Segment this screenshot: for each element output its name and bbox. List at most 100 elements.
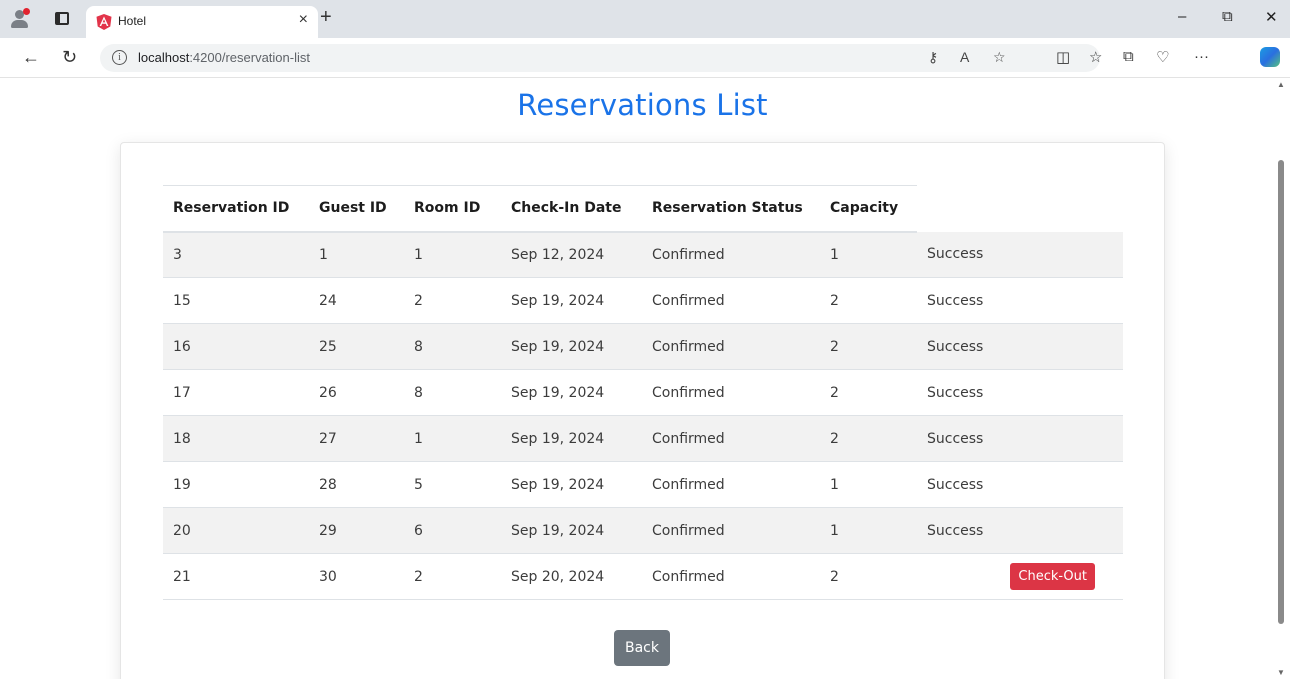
table-row: 3 1 1 Sep 12, 2024 Confirmed 1 Success [163,231,1123,278]
page-title: Reservations List [517,88,768,122]
browser-tab-hotel[interactable]: Hotel × [86,6,318,38]
cell-capacity: 2 [820,415,917,462]
cell-guest-id: 26 [309,369,404,416]
cell-room-id: 5 [404,461,501,508]
reload-icon[interactable]: ↻ [62,47,77,68]
back-button[interactable]: Back [614,630,670,666]
tab-title: Hotel [118,14,147,28]
site-info-icon[interactable]: i [112,50,127,65]
cell-capacity: 1 [820,507,917,554]
cell-status: Confirmed [642,461,820,508]
header-reservation-id: Reservation ID [163,185,309,233]
cell-check-in: Sep 12, 2024 [501,231,642,278]
cell-status: Confirmed [642,231,820,278]
cell-reservation-id: 20 [163,507,309,554]
page-viewport: Reservations List Reservation ID Guest I… [10,78,1275,679]
cell-reservation-id: 3 [163,231,309,278]
cell-action-status: Success [917,507,1123,554]
cell-action-status: Success [917,231,1123,278]
browser-tab-bar: Hotel × + – ⧉ ✕ [0,0,1290,38]
table-row: 20 29 6 Sep 19, 2024 Confirmed 1 Success [163,507,1123,554]
cell-reservation-id: 19 [163,461,309,508]
cell-room-id: 6 [404,507,501,554]
cell-room-id: 8 [404,323,501,370]
browser-essentials-icon[interactable]: ♡ [1156,48,1169,66]
table-row: 21 30 2 Sep 20, 2024 Confirmed 2 Check-O… [163,553,1123,600]
cell-room-id: 1 [404,415,501,462]
header-room-id: Room ID [404,185,501,233]
cell-status: Confirmed [642,277,820,324]
header-check-in-date: Check-In Date [501,185,642,233]
cell-reservation-id: 17 [163,369,309,416]
cell-room-id: 2 [404,553,501,600]
read-aloud-icon[interactable]: A [960,49,969,65]
cell-guest-id: 28 [309,461,404,508]
cell-reservation-id: 16 [163,323,309,370]
header-guest-id: Guest ID [309,185,404,233]
tab-actions-icon[interactable] [55,12,69,25]
cell-guest-id: 29 [309,507,404,554]
new-tab-button[interactable]: + [320,6,332,29]
profile-icon[interactable] [10,8,30,29]
password-key-icon[interactable]: ⚷ [928,49,938,66]
cell-action-status: Success [917,323,1123,370]
table-header-row: Reservation ID Guest ID Room ID Check-In… [163,185,1123,233]
back-arrow-icon[interactable]: ← [22,47,40,68]
table-row: 15 24 2 Sep 19, 2024 Confirmed 2 Success [163,277,1123,324]
split-screen-icon[interactable]: ◫ [1056,48,1070,66]
reservations-table: Reservation ID Guest ID Room ID Check-In… [163,185,1123,600]
cell-status: Confirmed [642,323,820,370]
cell-action-status: Success [917,277,1123,324]
reservations-card: Reservation ID Guest ID Room ID Check-In… [120,142,1165,679]
url-text: localhost:4200/reservation-list [138,50,310,65]
copilot-icon[interactable] [1260,47,1280,67]
cell-status: Confirmed [642,553,820,600]
scroll-up-icon[interactable]: ▲ [1277,80,1285,89]
cell-room-id: 8 [404,369,501,416]
cell-reservation-id: 18 [163,415,309,462]
cell-status: Confirmed [642,507,820,554]
cell-action-status: Success [917,415,1123,462]
header-capacity: Capacity [820,185,917,233]
angular-icon [96,14,112,30]
cell-capacity: 2 [820,553,917,600]
more-options-icon[interactable]: ··· [1194,48,1209,65]
tab-close-icon[interactable]: × [299,11,308,29]
table-row: 19 28 5 Sep 19, 2024 Confirmed 1 Success [163,461,1123,508]
cell-reservation-id: 15 [163,277,309,324]
cell-check-in: Sep 19, 2024 [501,461,642,508]
restore-icon[interactable]: ⧉ [1222,8,1233,25]
cell-room-id: 1 [404,231,501,278]
cell-guest-id: 27 [309,415,404,462]
cell-check-in: Sep 19, 2024 [501,323,642,370]
scroll-down-icon[interactable]: ▼ [1277,668,1285,677]
cell-action-status: Success [917,369,1123,416]
table-row: 18 27 1 Sep 19, 2024 Confirmed 2 Success [163,415,1123,462]
cell-room-id: 2 [404,277,501,324]
cell-check-in: Sep 19, 2024 [501,277,642,324]
minimize-icon[interactable]: – [1178,8,1186,25]
scrollbar-thumb[interactable] [1278,160,1284,624]
check-out-button[interactable]: Check-Out [1010,563,1095,590]
cell-check-in: Sep 20, 2024 [501,553,642,600]
address-bar[interactable]: i localhost:4200/reservation-list ⚷ A ☆ [100,44,1100,72]
cell-capacity: 2 [820,323,917,370]
cell-status: Confirmed [642,369,820,416]
favorites-icon[interactable]: ☆ [1089,48,1102,66]
header-reservation-status: Reservation Status [642,185,820,233]
cell-guest-id: 24 [309,277,404,324]
cell-check-in: Sep 19, 2024 [501,415,642,462]
cell-capacity: 2 [820,277,917,324]
header-action-blank [917,186,1123,232]
cell-action: Check-Out [917,553,1123,600]
table-row: 16 25 8 Sep 19, 2024 Confirmed 2 Success [163,323,1123,370]
close-window-icon[interactable]: ✕ [1265,8,1278,26]
cell-action-status: Success [917,461,1123,508]
cell-check-in: Sep 19, 2024 [501,369,642,416]
cell-capacity: 2 [820,369,917,416]
browser-toolbar: ← ↻ i localhost:4200/reservation-list ⚷ … [0,38,1290,78]
cell-reservation-id: 21 [163,553,309,600]
cell-status: Confirmed [642,415,820,462]
favorite-star-icon[interactable]: ☆ [993,49,1006,66]
collections-icon[interactable]: ⧉ [1123,48,1134,65]
